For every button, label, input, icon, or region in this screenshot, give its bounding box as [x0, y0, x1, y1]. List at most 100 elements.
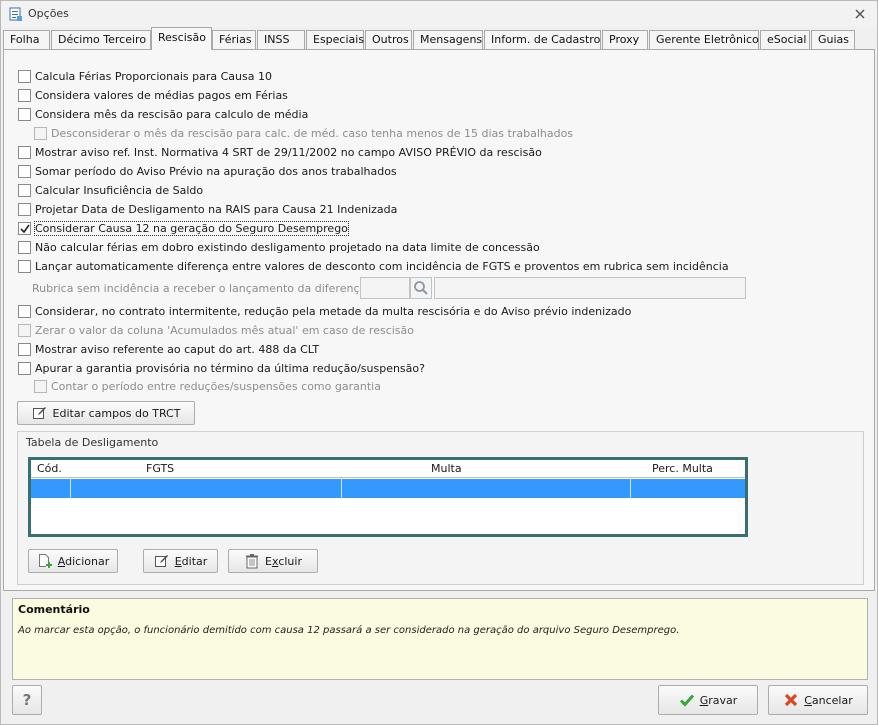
- tab-ferias[interactable]: Férias: [212, 30, 256, 49]
- checkbox[interactable]: [18, 183, 31, 197]
- edit-label-rest: ditar: [181, 554, 208, 568]
- edit-label: Editar: [175, 555, 208, 568]
- checkbox-checked[interactable]: [18, 221, 31, 235]
- comment-box: Comentário Ao marcar esta opção, o funci…: [12, 598, 868, 680]
- close-icon[interactable]: [853, 7, 867, 21]
- option-label: Mostrar aviso referente ao caput do art.…: [35, 342, 320, 356]
- option-contrato-intermitente[interactable]: Considerar, no contrato intermitente, re…: [18, 303, 631, 319]
- checkbox[interactable]: [18, 107, 31, 121]
- edit-icon: [32, 405, 48, 421]
- save-label-accelerator: G: [699, 693, 709, 707]
- tab-inform-cadastro[interactable]: Inform. de Cadastro: [484, 30, 601, 49]
- edit-button[interactable]: Editar: [143, 549, 218, 573]
- window-title: Opções: [28, 7, 69, 20]
- save-label-rest: ravar: [708, 693, 738, 707]
- trash-icon: [244, 553, 260, 569]
- rubrica-search-button[interactable]: [410, 277, 432, 299]
- option-contar-periodo-garantia: Contar o período entre reduções/suspensõ…: [34, 378, 381, 394]
- desligamento-table[interactable]: Cód. FGTS Multa Perc. Multa: [28, 457, 748, 537]
- option-garantia-provisoria[interactable]: Apurar a garantia provisória no término …: [18, 360, 425, 376]
- cancel-button[interactable]: Cancelar: [768, 685, 868, 715]
- option-label: Somar período do Aviso Prévio na apuraçã…: [35, 164, 397, 178]
- cell-cod[interactable]: [31, 479, 71, 498]
- cell-fgts[interactable]: [71, 479, 342, 498]
- option-lancar-diferenca-fgts[interactable]: Lançar automaticamente diferença entre v…: [18, 258, 729, 274]
- option-label: Apurar a garantia provisória no término …: [35, 361, 425, 375]
- tab-esocial[interactable]: eSocial: [760, 30, 810, 49]
- option-label: Considera valores de médias pagos em Fér…: [35, 88, 288, 102]
- save-button[interactable]: Gravar: [658, 685, 758, 715]
- rubrica-description-input[interactable]: [434, 277, 746, 299]
- tab-guias[interactable]: Guias: [811, 30, 855, 49]
- option-label: Zerar o valor da coluna 'Acumulados mês …: [35, 323, 415, 337]
- edit-icon: [154, 553, 170, 569]
- option-label: Considerar, no contrato intermitente, re…: [35, 304, 632, 318]
- title-bar: Opções: [1, 1, 877, 27]
- checkbox[interactable]: [18, 240, 31, 254]
- table-header: Cód. FGTS Multa Perc. Multa: [31, 460, 745, 478]
- checkbox[interactable]: [18, 69, 31, 83]
- checkbox[interactable]: [18, 88, 31, 102]
- option-mes-rescisao-media[interactable]: Considera mês da rescisão para calculo d…: [18, 106, 308, 122]
- checkbox[interactable]: [18, 304, 31, 318]
- cell-multa[interactable]: [342, 479, 631, 498]
- column-header-cod[interactable]: Cód.: [37, 462, 62, 475]
- delete-button[interactable]: Excluir: [228, 549, 318, 573]
- cancel-x-icon: [783, 692, 799, 708]
- checkbox[interactable]: [18, 164, 31, 178]
- search-icon: [414, 281, 428, 295]
- option-label: Considerar Causa 12 na geração do Seguro…: [34, 220, 349, 236]
- option-causa-12-seguro-desemprego[interactable]: Considerar Causa 12 na geração do Seguro…: [18, 220, 349, 236]
- tab-gerente-eletronico[interactable]: Gerente Eletrônico: [649, 30, 759, 49]
- option-ferias-proporcionais-causa-10[interactable]: Calcula Férias Proporcionais para Causa …: [18, 68, 272, 84]
- checkbox[interactable]: [18, 145, 31, 159]
- add-label-accelerator: A: [57, 554, 66, 568]
- checkbox[interactable]: [18, 202, 31, 216]
- option-label: Lançar automaticamente diferença entre v…: [35, 259, 729, 273]
- checkbox[interactable]: [18, 361, 31, 375]
- delete-label-rest: cluir: [278, 554, 302, 568]
- checkbox[interactable]: [18, 342, 31, 356]
- tab-rescisao[interactable]: Rescisão: [151, 27, 212, 50]
- tab-proxy[interactable]: Proxy: [602, 30, 648, 49]
- cancel-label-accelerator: C: [804, 693, 812, 707]
- tab-bar: Folha Décimo Terceiro Rescisão Férias IN…: [3, 27, 875, 50]
- tab-inss[interactable]: INSS: [257, 30, 305, 49]
- desligamento-title: Tabela de Desligamento: [26, 436, 159, 449]
- tab-mensagens[interactable]: Mensagens: [413, 30, 483, 49]
- option-insuficiencia-saldo[interactable]: Calcular Insuficiência de Saldo: [18, 182, 203, 198]
- tab-folha[interactable]: Folha: [3, 30, 50, 49]
- comment-title: Comentário: [18, 603, 90, 616]
- option-label: Mostrar aviso ref. Inst. Normativa 4 SRT…: [35, 145, 542, 159]
- rubrica-code-input[interactable]: [360, 277, 410, 299]
- add-document-icon: [37, 553, 53, 569]
- column-header-fgts[interactable]: FGTS: [146, 462, 174, 475]
- option-somar-aviso-previo[interactable]: Somar período do Aviso Prévio na apuraçã…: [18, 163, 397, 179]
- checkbox[interactable]: [18, 259, 31, 273]
- tab-outros[interactable]: Outros: [365, 30, 412, 49]
- delete-label: Excluir: [265, 555, 302, 568]
- option-aviso-inst-normativa[interactable]: Mostrar aviso ref. Inst. Normativa 4 SRT…: [18, 144, 542, 160]
- option-label: Desconsiderar o mês da rescisão para cal…: [51, 126, 574, 140]
- add-label-rest: dicionar: [65, 554, 110, 568]
- add-button[interactable]: Adicionar: [28, 549, 118, 573]
- option-aviso-art-488[interactable]: Mostrar aviso referente ao caput do art.…: [18, 341, 319, 357]
- help-button[interactable]: ?: [12, 685, 42, 715]
- option-medias-pagos-ferias[interactable]: Considera valores de médias pagos em Fér…: [18, 87, 288, 103]
- option-projetar-data-rais[interactable]: Projetar Data de Desligamento na RAIS pa…: [18, 201, 397, 217]
- column-header-perc-multa[interactable]: Perc. Multa: [652, 462, 713, 475]
- table-row[interactable]: [31, 479, 745, 498]
- cell-perc-multa[interactable]: [631, 479, 745, 498]
- app-icon: [8, 7, 23, 22]
- tab-especiais[interactable]: Especiais: [306, 30, 364, 49]
- edit-trct-label: Editar campos do TRCT: [52, 406, 181, 420]
- tab-decimo-terceiro[interactable]: Décimo Terceiro: [51, 30, 151, 49]
- option-ferias-em-dobro[interactable]: Não calcular férias em dobro existindo d…: [18, 239, 540, 255]
- rubrica-label: Rubrica sem incidência a receber o lança…: [32, 281, 370, 295]
- column-header-multa[interactable]: Multa: [431, 462, 462, 475]
- option-label: Não calcular férias em dobro existindo d…: [35, 240, 540, 254]
- edit-trct-button[interactable]: Editar campos do TRCT: [17, 401, 195, 425]
- save-label: Gravar: [700, 694, 738, 707]
- option-label: Calcular Insuficiência de Saldo: [35, 183, 204, 197]
- options-window: Opções Folha Décimo Terceiro Rescisão Fé…: [0, 0, 878, 725]
